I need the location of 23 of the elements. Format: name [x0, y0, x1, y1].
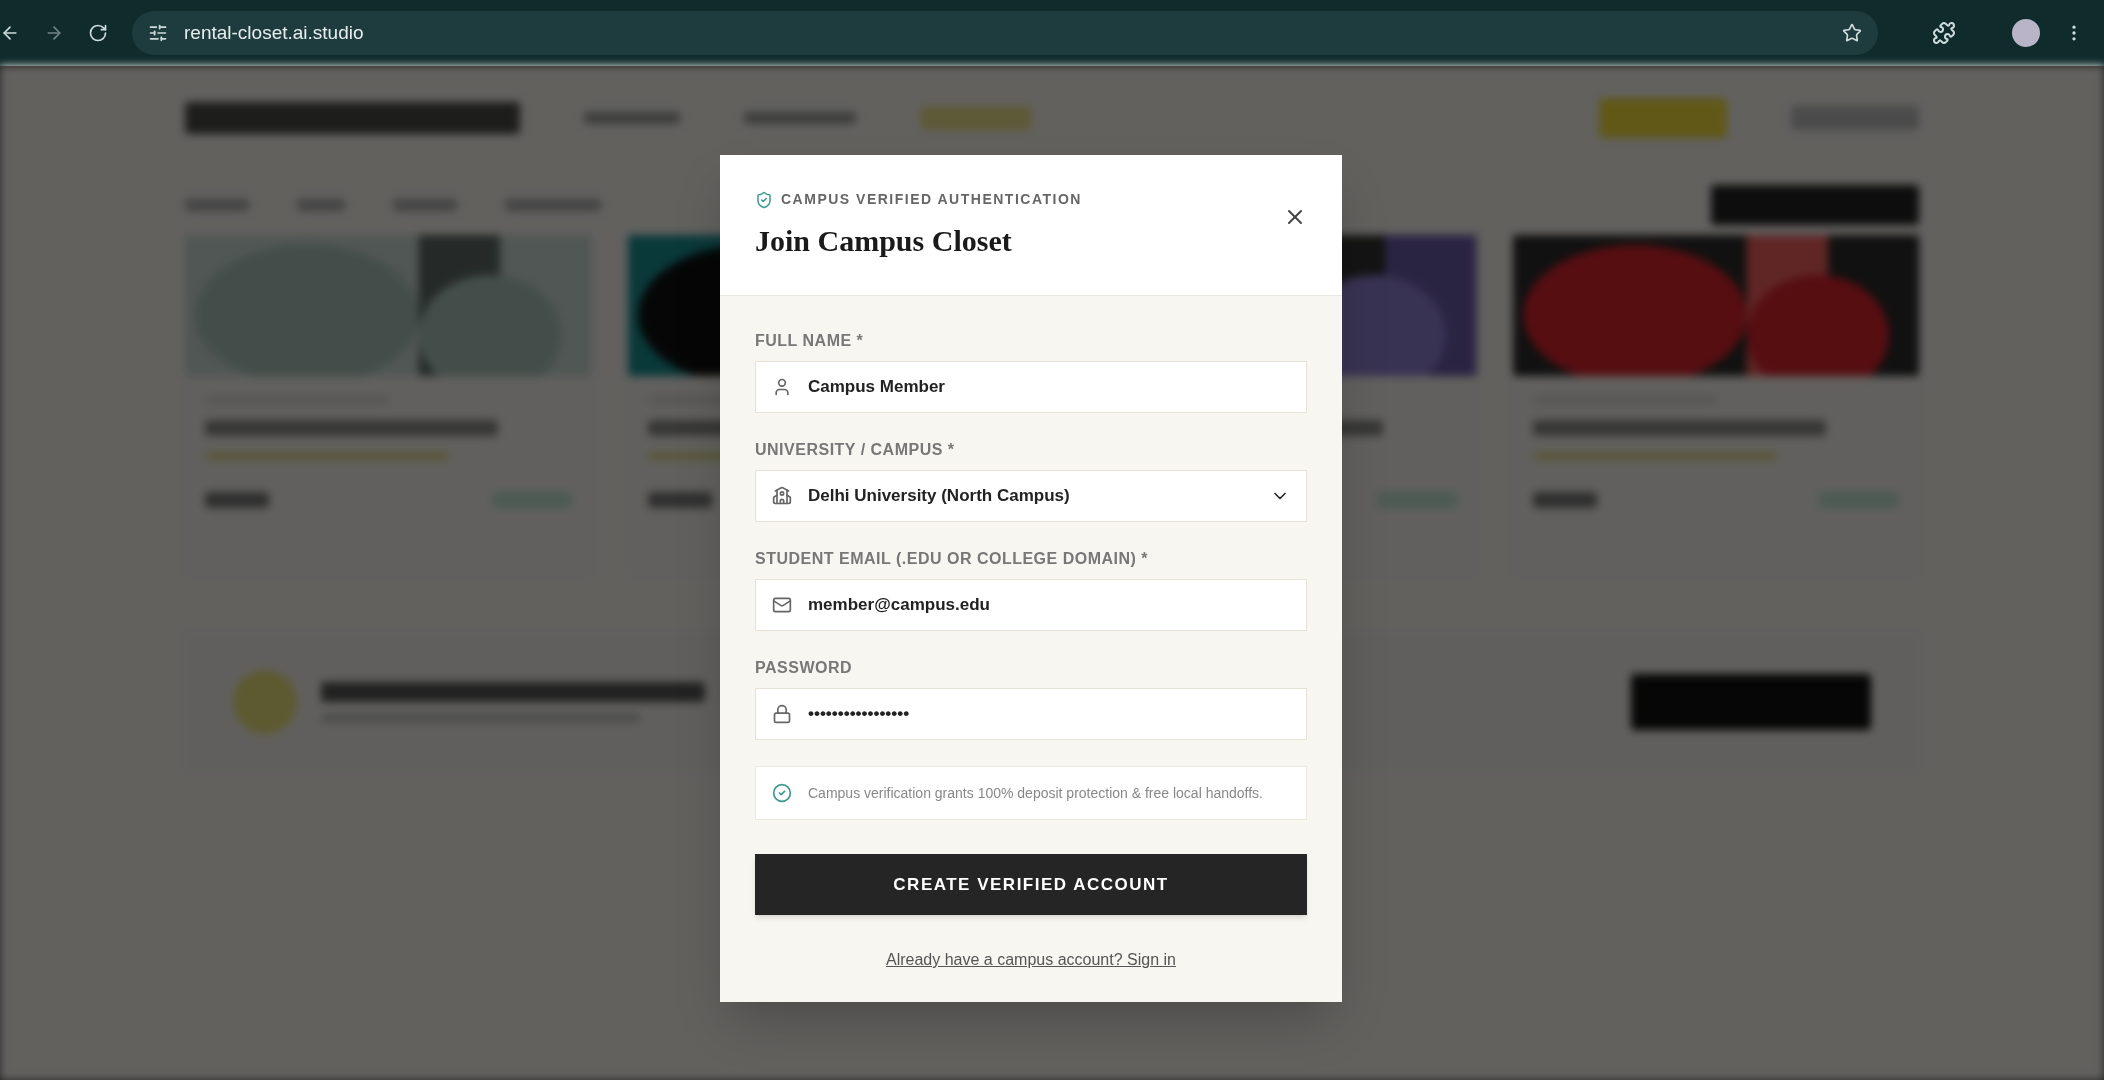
sign-in-link[interactable]: Already have a campus account? Sign in: [886, 948, 1176, 972]
address-bar[interactable]: rental-closet.ai.studio: [132, 11, 1878, 55]
field-label: PASSWORD: [755, 658, 854, 678]
dialog-title: Join Campus Closet: [755, 223, 1013, 259]
check-circle-icon: [772, 783, 792, 803]
field-label: FULL NAME *: [755, 331, 865, 351]
reload-icon[interactable]: [88, 23, 108, 43]
field-label: STUDENT EMAIL (.EDU OR COLLEGE DOMAIN) *: [755, 549, 1150, 569]
field-label: UNIVERSITY / CAMPUS *: [755, 440, 956, 460]
site-info-icon[interactable]: [148, 23, 168, 43]
create-account-button[interactable]: CREATE VERIFIED ACCOUNT: [755, 854, 1307, 915]
email-icon: [772, 595, 792, 615]
dialog-eyebrow: CAMPUS VERIFIED AUTHENTICATION: [781, 190, 1082, 209]
shield-check-icon: [755, 190, 773, 209]
notice-text: Campus verification grants 100% deposit protection & free local handoffs.: [808, 784, 1263, 803]
campus-select[interactable]: Delhi University (North Campus): [755, 470, 1307, 522]
extensions-icon[interactable]: [1932, 21, 1956, 45]
profile-avatar[interactable]: [2012, 19, 2040, 47]
input-field[interactable]: •••••••••••••••••: [755, 688, 1307, 740]
input-field[interactable]: member@campus.edu: [755, 579, 1307, 631]
url-text: rental-closet.ai.studio: [184, 20, 364, 45]
input-field[interactable]: Campus Member: [755, 361, 1307, 413]
bookmark-star-icon[interactable]: [1842, 23, 1862, 43]
